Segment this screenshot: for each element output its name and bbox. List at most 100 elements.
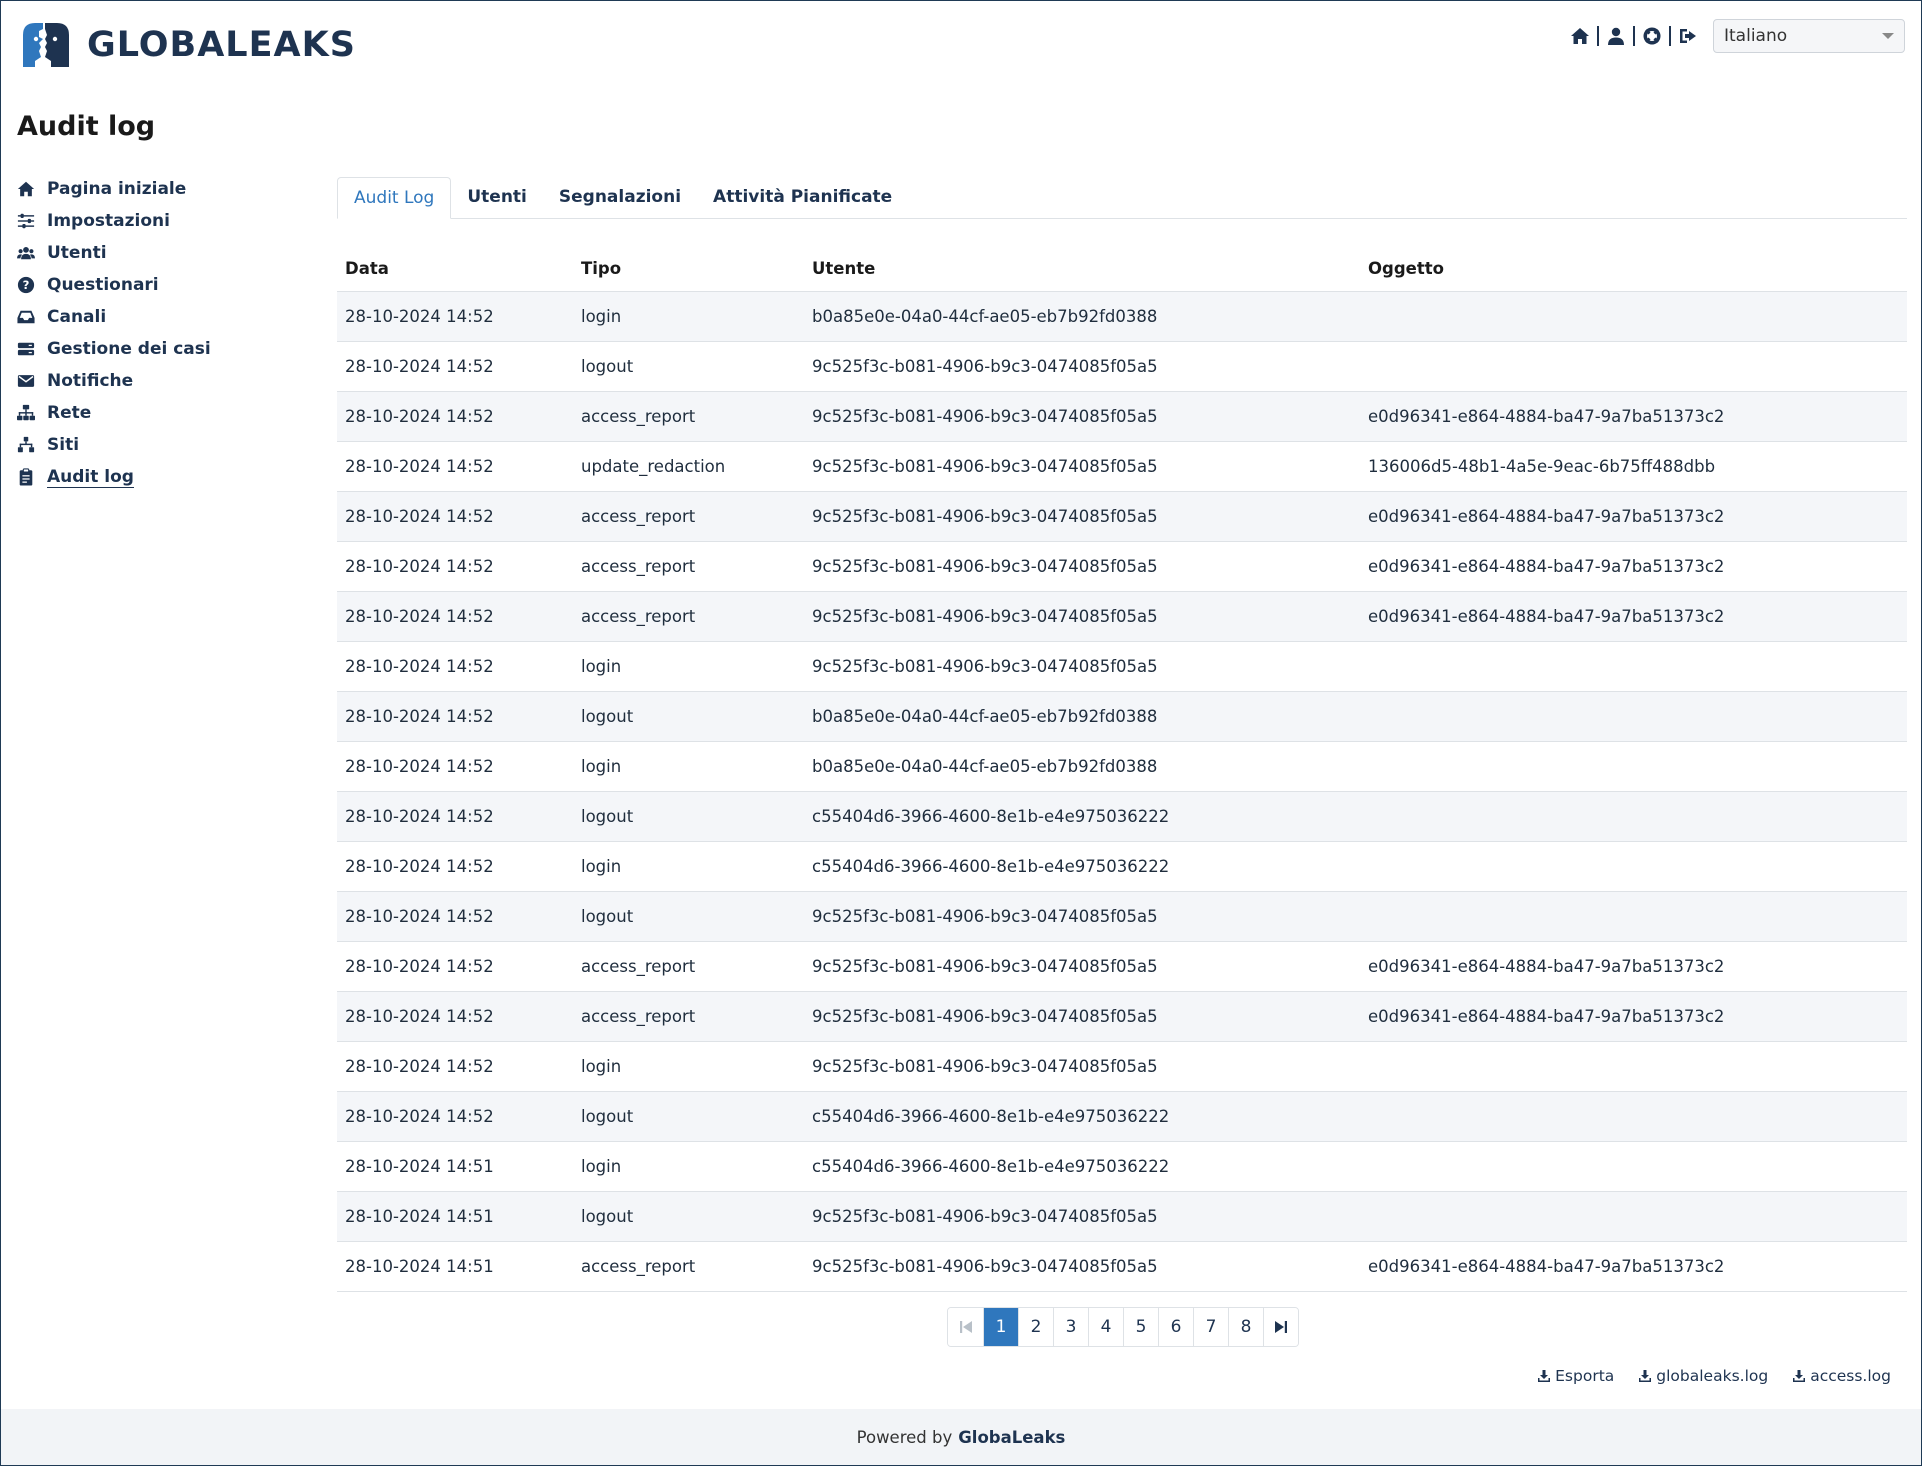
page-button-5[interactable]: 5	[1123, 1308, 1158, 1346]
page-button-1[interactable]: 1	[983, 1308, 1018, 1346]
sidebar-item-audit-log[interactable]: Audit log	[17, 461, 297, 493]
cell-tipo: logout	[573, 791, 804, 842]
cell-tipo: login	[573, 641, 804, 692]
user-icon[interactable]	[1605, 25, 1627, 47]
envelope-icon	[17, 375, 35, 387]
cell-utente: b0a85e0e-04a0-44cf-ae05-eb7b92fd0388	[804, 291, 1360, 342]
sidebar-item-utenti[interactable]: Utenti	[17, 237, 297, 269]
cell-tipo: access_report	[573, 1241, 804, 1292]
cell-data: 28-10-2024 14:52	[337, 891, 573, 942]
sidebar-item-questionari[interactable]: ? Questionari	[17, 269, 297, 301]
cell-data: 28-10-2024 14:51	[337, 1241, 573, 1292]
tab-utenti[interactable]: Utenti	[451, 177, 543, 218]
cell-tipo: logout	[573, 1091, 804, 1142]
help-icon[interactable]	[1641, 25, 1663, 47]
cell-utente: 9c525f3c-b081-4906-b9c3-0474085f05a5	[804, 441, 1360, 492]
sidebar-item-pagina-iniziale[interactable]: Pagina iniziale	[17, 173, 297, 205]
page-button-6[interactable]: 6	[1158, 1308, 1193, 1346]
column-header-data[interactable]: Data	[337, 247, 573, 292]
cell-tipo: logout	[573, 1191, 804, 1242]
sidebar-item-canali[interactable]: Canali	[17, 301, 297, 333]
audit-log-table: Data Tipo Utente Oggetto 28-10-2024 14:5…	[337, 247, 1907, 1292]
cell-oggetto	[1360, 791, 1907, 842]
table-body: 28-10-2024 14:52 login b0a85e0e-04a0-44cf-…	[337, 291, 1907, 1292]
logo-icon	[23, 23, 69, 67]
cell-data: 28-10-2024 14:52	[337, 341, 573, 392]
cell-utente: c55404d6-3966-4600-8e1b-e4e975036222	[804, 841, 1360, 892]
cell-oggetto: e0d96341-e864-4884-ba47-9a7ba51373c2	[1360, 491, 1907, 542]
svg-text:?: ?	[23, 278, 30, 292]
page-button-2[interactable]: 2	[1018, 1308, 1053, 1346]
cell-data: 28-10-2024 14:52	[337, 291, 573, 342]
divider	[1597, 26, 1599, 46]
first-page-button[interactable]	[948, 1308, 983, 1346]
cell-tipo: access_report	[573, 991, 804, 1042]
server-icon	[17, 342, 35, 356]
table-row: 28-10-2024 14:52 logout 9c525f3c-b081-4906…	[337, 891, 1907, 942]
cell-oggetto	[1360, 1141, 1907, 1192]
footer-brand-link[interactable]: GlobaLeaks	[958, 1428, 1065, 1447]
tab-segnalazioni[interactable]: Segnalazioni	[543, 177, 697, 218]
sidebar-item-label: Canali	[47, 307, 107, 327]
home-icon[interactable]	[1569, 25, 1591, 47]
sidebar-item-label: Siti	[47, 435, 80, 455]
column-header-utente[interactable]: Utente	[804, 247, 1360, 292]
last-page-button[interactable]	[1263, 1308, 1298, 1346]
sidebar-item-notifiche[interactable]: Notifiche	[17, 365, 297, 397]
cell-data: 28-10-2024 14:51	[337, 1191, 573, 1242]
sidebar-item-siti[interactable]: Siti	[17, 429, 297, 461]
cell-tipo: access_report	[573, 541, 804, 592]
cell-tipo: access_report	[573, 391, 804, 442]
sidebar-item-impostazioni[interactable]: Impostazioni	[17, 205, 297, 237]
sidebar-item-rete[interactable]: Rete	[17, 397, 297, 429]
language-select[interactable]: Italiano	[1713, 19, 1905, 53]
logo-text: GLOBALEAKS	[87, 25, 356, 65]
main-content: Audit Log Utenti Segnalazioni Attività P…	[337, 177, 1907, 1292]
access-log-link[interactable]: access.log	[1792, 1367, 1891, 1385]
page-button-7[interactable]: 7	[1193, 1308, 1228, 1346]
globaleaks-log-label: globaleaks.log	[1656, 1367, 1769, 1385]
sidebar-item-gestione-dei-casi[interactable]: Gestione dei casi	[17, 333, 297, 365]
table-header-row: Data Tipo Utente Oggetto	[337, 247, 1907, 292]
page-button-3[interactable]: 3	[1053, 1308, 1088, 1346]
pagination: 1 2 3 4 5 6 7 8	[947, 1307, 1299, 1347]
cell-tipo: access_report	[573, 491, 804, 542]
cell-utente: 9c525f3c-b081-4906-b9c3-0474085f05a5	[804, 641, 1360, 692]
table-row: 28-10-2024 14:52 access_report 9c525f3c-b0…	[337, 391, 1907, 442]
cell-data: 28-10-2024 14:52	[337, 441, 573, 492]
logout-icon[interactable]	[1677, 25, 1699, 47]
sidebar-item-label: Utenti	[47, 243, 107, 263]
page-button-8[interactable]: 8	[1228, 1308, 1263, 1346]
cell-oggetto: e0d96341-e864-4884-ba47-9a7ba51373c2	[1360, 391, 1907, 442]
sidebar: Pagina iniziale Impostazioni Utenti ? Qu…	[17, 173, 297, 493]
cell-tipo: logout	[573, 691, 804, 742]
sidebar-item-label: Impostazioni	[47, 211, 170, 231]
globaleaks-logo[interactable]: GLOBALEAKS	[17, 17, 356, 73]
tab-audit-log[interactable]: Audit Log	[337, 177, 452, 219]
cell-oggetto	[1360, 291, 1907, 342]
cell-utente: 9c525f3c-b081-4906-b9c3-0474085f05a5	[804, 341, 1360, 392]
first-page-icon	[959, 1321, 972, 1333]
table-row: 28-10-2024 14:52 access_report 9c525f3c-b0…	[337, 491, 1907, 542]
cell-data: 28-10-2024 14:52	[337, 541, 573, 592]
cell-utente: c55404d6-3966-4600-8e1b-e4e975036222	[804, 791, 1360, 842]
cell-tipo: login	[573, 1141, 804, 1192]
column-header-oggetto[interactable]: Oggetto	[1360, 247, 1907, 292]
divider	[1633, 26, 1635, 46]
cell-oggetto: e0d96341-e864-4884-ba47-9a7ba51373c2	[1360, 941, 1907, 992]
table-row: 28-10-2024 14:52 access_report 9c525f3c-b0…	[337, 941, 1907, 992]
globaleaks-log-link[interactable]: globaleaks.log	[1638, 1367, 1768, 1385]
export-label: Esporta	[1555, 1367, 1615, 1385]
export-link[interactable]: Esporta	[1537, 1367, 1614, 1385]
column-header-tipo[interactable]: Tipo	[573, 247, 804, 292]
cell-data: 28-10-2024 14:52	[337, 641, 573, 692]
table-row: 28-10-2024 14:52 logout 9c525f3c-b081-4906…	[337, 341, 1907, 392]
page-button-4[interactable]: 4	[1088, 1308, 1123, 1346]
cell-data: 28-10-2024 14:52	[337, 841, 573, 892]
top-icon-bar	[1569, 25, 1699, 47]
tab-attivita-pianificate[interactable]: Attività Pianificate	[697, 177, 908, 218]
sidebar-item-label: Notifiche	[47, 371, 134, 391]
footer-text: Powered by	[856, 1427, 953, 1447]
table-row: 28-10-2024 14:52 logout c55404d6-3966-4600…	[337, 1091, 1907, 1142]
cell-oggetto	[1360, 741, 1907, 792]
